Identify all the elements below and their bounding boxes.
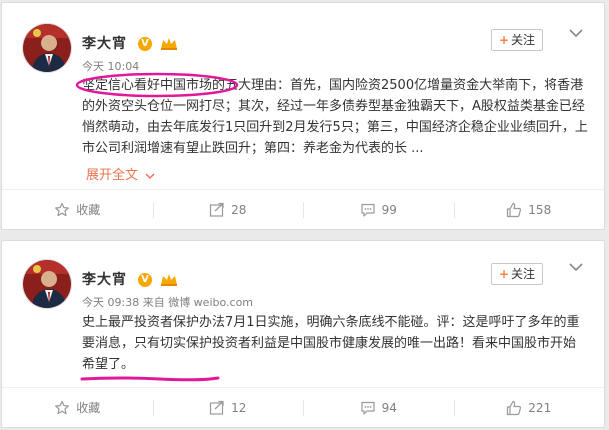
weibo-post-card: 李大宵 V + 关注 今天 10:04 坚定信心看好中国市场的五大理由：首先，国内… — [1, 2, 605, 230]
share-icon — [210, 202, 224, 217]
author-badges: V — [138, 269, 178, 287]
comment-button[interactable]: 99 — [303, 190, 454, 229]
like-button[interactable]: 158 — [453, 190, 605, 229]
comment-button[interactable]: 94 — [303, 388, 454, 427]
post-meta: 今天 10:04 — [82, 60, 140, 73]
post-meta: 今天 09:38 来自 微博 weibo.com — [82, 296, 254, 309]
like-icon — [507, 400, 522, 415]
post-action-bar: 收藏 12 94 221 — [2, 387, 604, 427]
like-count: 158 — [528, 202, 552, 217]
share-icon — [210, 400, 224, 415]
like-icon — [507, 202, 522, 217]
author-badges: V — [138, 33, 178, 51]
author-name[interactable]: 李大宵 — [82, 33, 127, 53]
member-crown-icon[interactable] — [160, 37, 178, 51]
comment-count: 99 — [381, 202, 397, 217]
follow-label: 关注 — [511, 267, 536, 281]
verified-badge-icon: V — [138, 36, 152, 51]
expand-label: 展开全文 — [86, 168, 139, 183]
repost-button[interactable]: 12 — [152, 388, 304, 427]
favorite-label: 收藏 — [76, 401, 101, 415]
post-text: 坚定信心看好中国市场的五大理由：首先，国内险资2500亿增量资金大举南下，将香港… — [82, 78, 588, 156]
verified-badge-icon: V — [138, 272, 152, 287]
expand-chevron-icon — [145, 172, 155, 179]
author-name[interactable]: 李大宵 — [82, 269, 127, 289]
author-avatar[interactable] — [22, 23, 72, 73]
favorite-button[interactable]: 收藏 — [2, 190, 153, 229]
post-action-bar: 收藏 28 99 158 — [2, 189, 604, 229]
repost-button[interactable]: 28 — [152, 190, 304, 229]
repost-count: 12 — [231, 400, 247, 415]
like-count: 221 — [528, 400, 552, 415]
comment-icon — [361, 401, 375, 415]
like-button[interactable]: 221 — [453, 388, 605, 427]
member-crown-icon[interactable] — [160, 273, 178, 287]
post-text: 史上最严投资者保护办法7月1日实施，明确六条底线不能碰。评：这是呼吁了多年的重要… — [82, 315, 580, 372]
follow-plus-icon: + — [498, 267, 510, 281]
follow-button[interactable]: + 关注 — [491, 263, 543, 285]
expand-full-text-link[interactable]: 展开全文 — [86, 164, 155, 183]
star-icon — [55, 202, 70, 216]
chevron-down-icon[interactable] — [568, 261, 584, 273]
repost-count: 28 — [231, 202, 247, 217]
comment-icon — [361, 203, 375, 217]
avatar-photo-icon — [23, 24, 71, 72]
follow-label: 关注 — [511, 33, 536, 47]
weibo-post-card: 李大宵 V + 关注 今天 09:38 来自 微博 weibo.com 史上最严投… — [1, 240, 605, 428]
favorite-button[interactable]: 收藏 — [2, 388, 153, 427]
author-avatar[interactable] — [22, 259, 72, 309]
follow-plus-icon: + — [498, 33, 510, 47]
comment-count: 94 — [381, 400, 397, 415]
star-icon — [55, 400, 70, 414]
follow-button[interactable]: + 关注 — [491, 29, 543, 51]
avatar-photo-icon — [23, 260, 71, 308]
favorite-label: 收藏 — [76, 203, 101, 217]
chevron-down-icon[interactable] — [568, 27, 584, 39]
